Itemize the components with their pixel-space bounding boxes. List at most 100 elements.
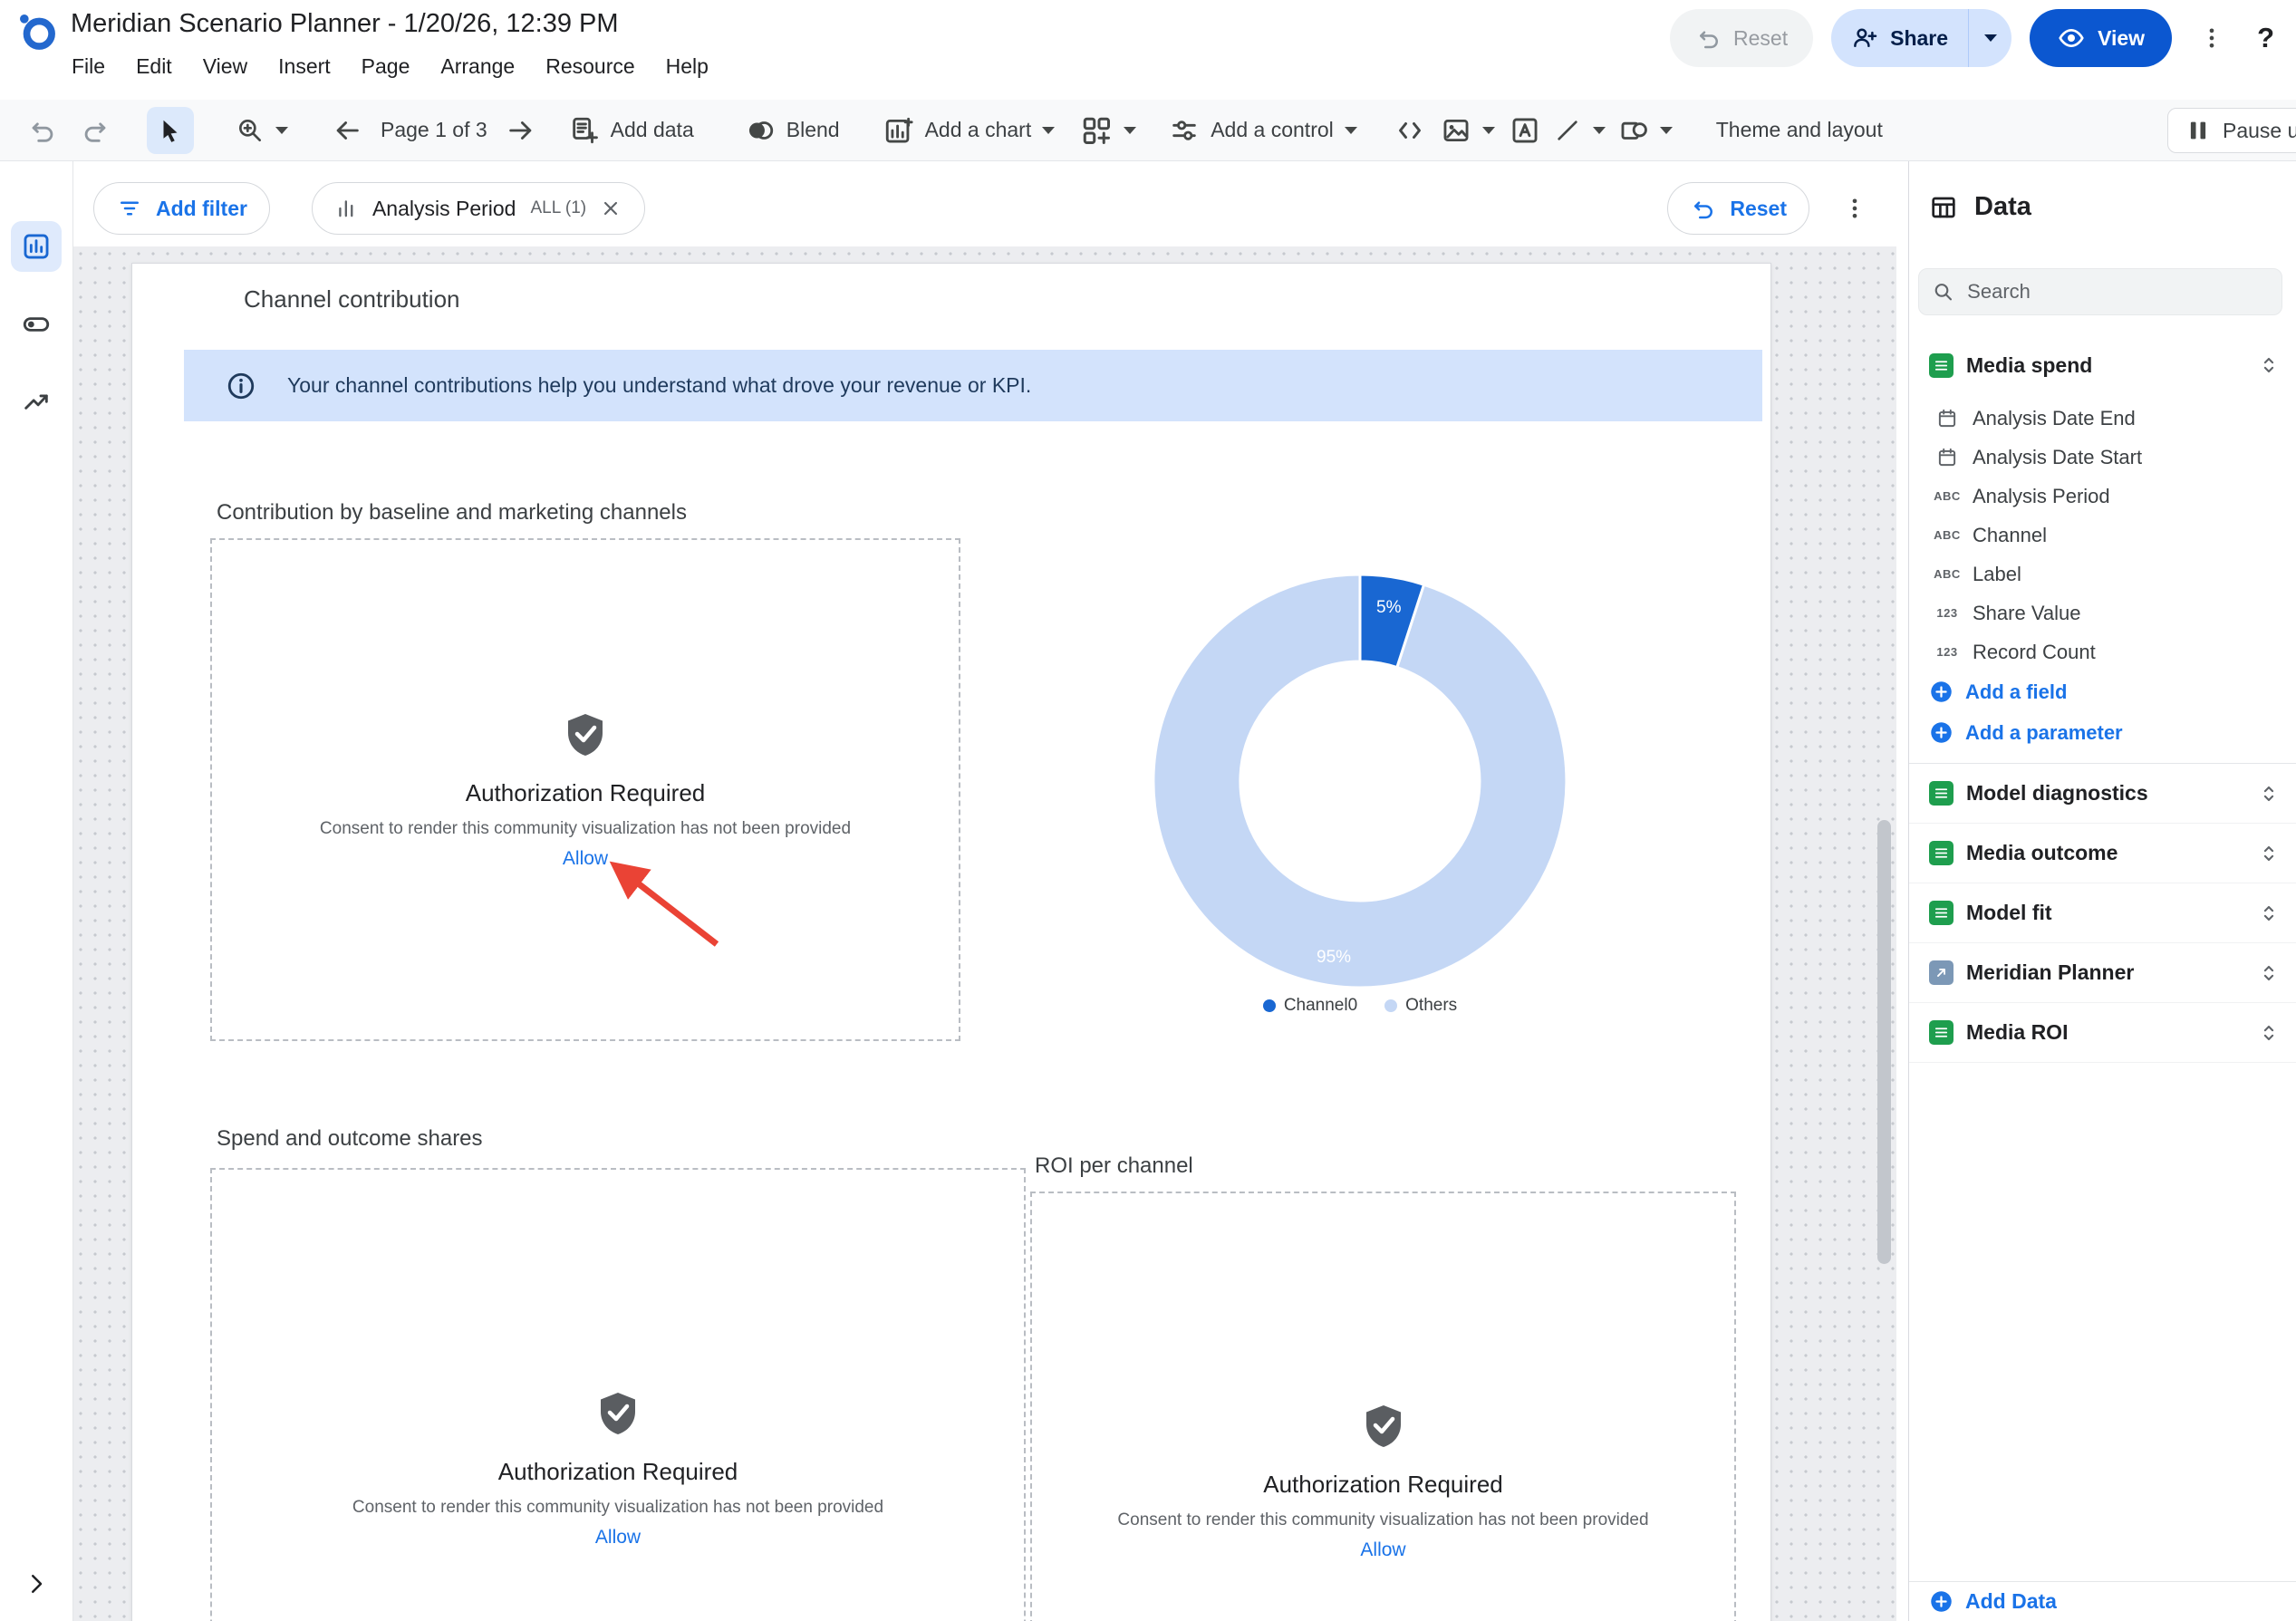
add-field-label: Add a field <box>1965 680 2067 704</box>
plus-circle-icon <box>1929 680 1954 704</box>
menu-arrange[interactable]: Arrange <box>425 47 530 86</box>
page-indicator[interactable]: Page 1 of 3 <box>381 118 487 142</box>
add-data-footer-button[interactable]: Add Data <box>1909 1581 2296 1621</box>
next-page-button[interactable] <box>506 115 536 146</box>
data-source-icon <box>1929 841 1954 865</box>
more-options-button[interactable] <box>2190 16 2233 60</box>
menu-view[interactable]: View <box>188 47 263 86</box>
share-button-main[interactable]: Share <box>1831 9 1968 67</box>
share-options-dropdown[interactable] <box>1968 9 2011 67</box>
field-channel[interactable]: ABC Channel <box>1909 516 2296 555</box>
chevron-down-icon <box>275 127 288 134</box>
unfold-icon[interactable] <box>2256 781 2282 806</box>
reset-button-header[interactable]: Reset <box>1670 9 1813 67</box>
unfold-icon[interactable] <box>2256 352 2282 378</box>
view-button-label: View <box>2098 26 2145 51</box>
data-source-media-roi[interactable]: Media ROI <box>1909 1003 2296 1063</box>
data-panel-title: Data <box>1974 192 2031 222</box>
menu-edit[interactable]: Edit <box>121 47 188 86</box>
menu-file[interactable]: File <box>56 47 121 86</box>
field-analysis-date-end[interactable]: Analysis Date End <box>1909 399 2296 438</box>
image-tool-button[interactable] <box>1441 115 1495 146</box>
line-tool-button[interactable] <box>1553 116 1606 145</box>
menu-page[interactable]: Page <box>346 47 426 86</box>
help-button[interactable]: ? <box>2252 22 2280 54</box>
redo-button[interactable] <box>80 115 111 146</box>
search-input[interactable] <box>1965 279 2269 304</box>
add-filter-button[interactable]: Add filter <box>93 182 270 235</box>
text-tool-button[interactable] <box>1510 115 1540 146</box>
allow-link[interactable]: Allow <box>595 1527 641 1549</box>
field-label[interactable]: ABC Label <box>1909 555 2296 593</box>
field-record-count[interactable]: 123 Record Count <box>1909 632 2296 671</box>
zoom-tool-button[interactable] <box>236 116 288 145</box>
chevron-down-icon <box>1042 127 1055 134</box>
field-analysis-period[interactable]: ABC Analysis Period <box>1909 477 2296 516</box>
unfold-icon[interactable] <box>2256 901 2282 926</box>
add-data-button[interactable]: Add data <box>569 115 694 146</box>
view-button[interactable]: View <box>2030 9 2172 67</box>
eye-icon <box>2057 24 2086 53</box>
unfold-icon[interactable] <box>2256 1020 2282 1046</box>
add-parameter-button[interactable]: Add a parameter <box>1909 712 2296 753</box>
allow-link[interactable]: Allow <box>563 848 608 870</box>
report-page[interactable]: Channel contribution Your channel contri… <box>131 263 1771 1621</box>
data-source-media-outcome[interactable]: Media outcome <box>1909 824 2296 883</box>
donut-chart[interactable]: 5% 95% <box>1143 564 1577 999</box>
add-control-button[interactable]: Add a control <box>1169 115 1357 146</box>
looker-studio-logo-icon[interactable] <box>16 11 58 53</box>
select-tool-button[interactable] <box>147 107 194 154</box>
reset-filters-button[interactable]: Reset <box>1667 182 1809 235</box>
search-box[interactable] <box>1918 268 2282 315</box>
text-type-icon: ABC <box>1931 567 1963 581</box>
document-title[interactable]: Meridian Scenario Planner - 1/20/26, 12:… <box>71 9 619 39</box>
legend-label-others: Others <box>1405 996 1457 1016</box>
data-source-model-diagnostics[interactable]: Model diagnostics <box>1909 764 2296 824</box>
auth-required-title: Authorization Required <box>466 779 706 807</box>
add-field-button[interactable]: Add a field <box>1909 671 2296 712</box>
image-icon <box>1441 115 1471 146</box>
legend-item-others[interactable]: Others <box>1384 996 1457 1016</box>
pause-updates-button[interactable]: Pause u <box>2167 108 2296 153</box>
data-source-media-spend[interactable]: Media spend <box>1909 341 2296 390</box>
data-source-meridian-planner[interactable]: Meridian Planner <box>1909 943 2296 1003</box>
shield-icon <box>1360 1402 1407 1449</box>
filter-chip-analysis-period[interactable]: Analysis Period ALL (1) <box>312 182 645 235</box>
chart-legend: Channel0 Others <box>1143 996 1577 1016</box>
shape-tool-button[interactable] <box>1618 115 1673 146</box>
community-visualizations-button[interactable] <box>1080 114 1136 147</box>
undo-button[interactable] <box>27 115 58 146</box>
undo-icon <box>1690 195 1717 222</box>
rail-controls-button[interactable] <box>11 299 62 350</box>
donut-label-others: 95% <box>1317 948 1351 967</box>
line-icon <box>1553 116 1582 145</box>
menu-help[interactable]: Help <box>651 47 724 86</box>
vertical-scrollbar[interactable] <box>1877 820 1891 1264</box>
header-actions: Reset Share View <box>1670 9 2280 67</box>
expand-panel-button[interactable] <box>23 1570 50 1597</box>
rail-report-charts-button[interactable] <box>11 221 62 272</box>
menu-insert[interactable]: Insert <box>263 47 346 86</box>
unfold-icon[interactable] <box>2256 960 2282 986</box>
allow-link[interactable]: Allow <box>1360 1539 1405 1561</box>
unfold-icon[interactable] <box>2256 841 2282 866</box>
field-share-value[interactable]: 123 Share Value <box>1909 593 2296 632</box>
blend-icon <box>745 115 776 146</box>
legend-item-channel0[interactable]: Channel0 <box>1263 996 1357 1016</box>
close-icon[interactable] <box>599 197 622 220</box>
blend-button[interactable]: Blend <box>745 115 840 146</box>
data-source-model-fit[interactable]: Model fit <box>1909 883 2296 943</box>
filter-bar-more-button[interactable] <box>1833 187 1876 230</box>
chevron-right-icon <box>23 1570 50 1597</box>
theme-and-layout-button[interactable]: Theme and layout <box>1716 118 1883 142</box>
add-chart-button[interactable]: Add a chart <box>883 115 1056 146</box>
menu-resource[interactable]: Resource <box>530 47 650 86</box>
report-canvas[interactable]: Channel contribution Your channel contri… <box>73 246 1896 1621</box>
share-button[interactable]: Share <box>1831 9 2011 67</box>
reset-button-label: Reset <box>1733 26 1788 51</box>
previous-page-button[interactable] <box>332 115 362 146</box>
legend-label-channel0: Channel0 <box>1284 996 1357 1016</box>
rail-trends-button[interactable] <box>11 377 62 428</box>
embed-code-button[interactable] <box>1394 114 1426 147</box>
field-analysis-date-start[interactable]: Analysis Date Start <box>1909 438 2296 477</box>
